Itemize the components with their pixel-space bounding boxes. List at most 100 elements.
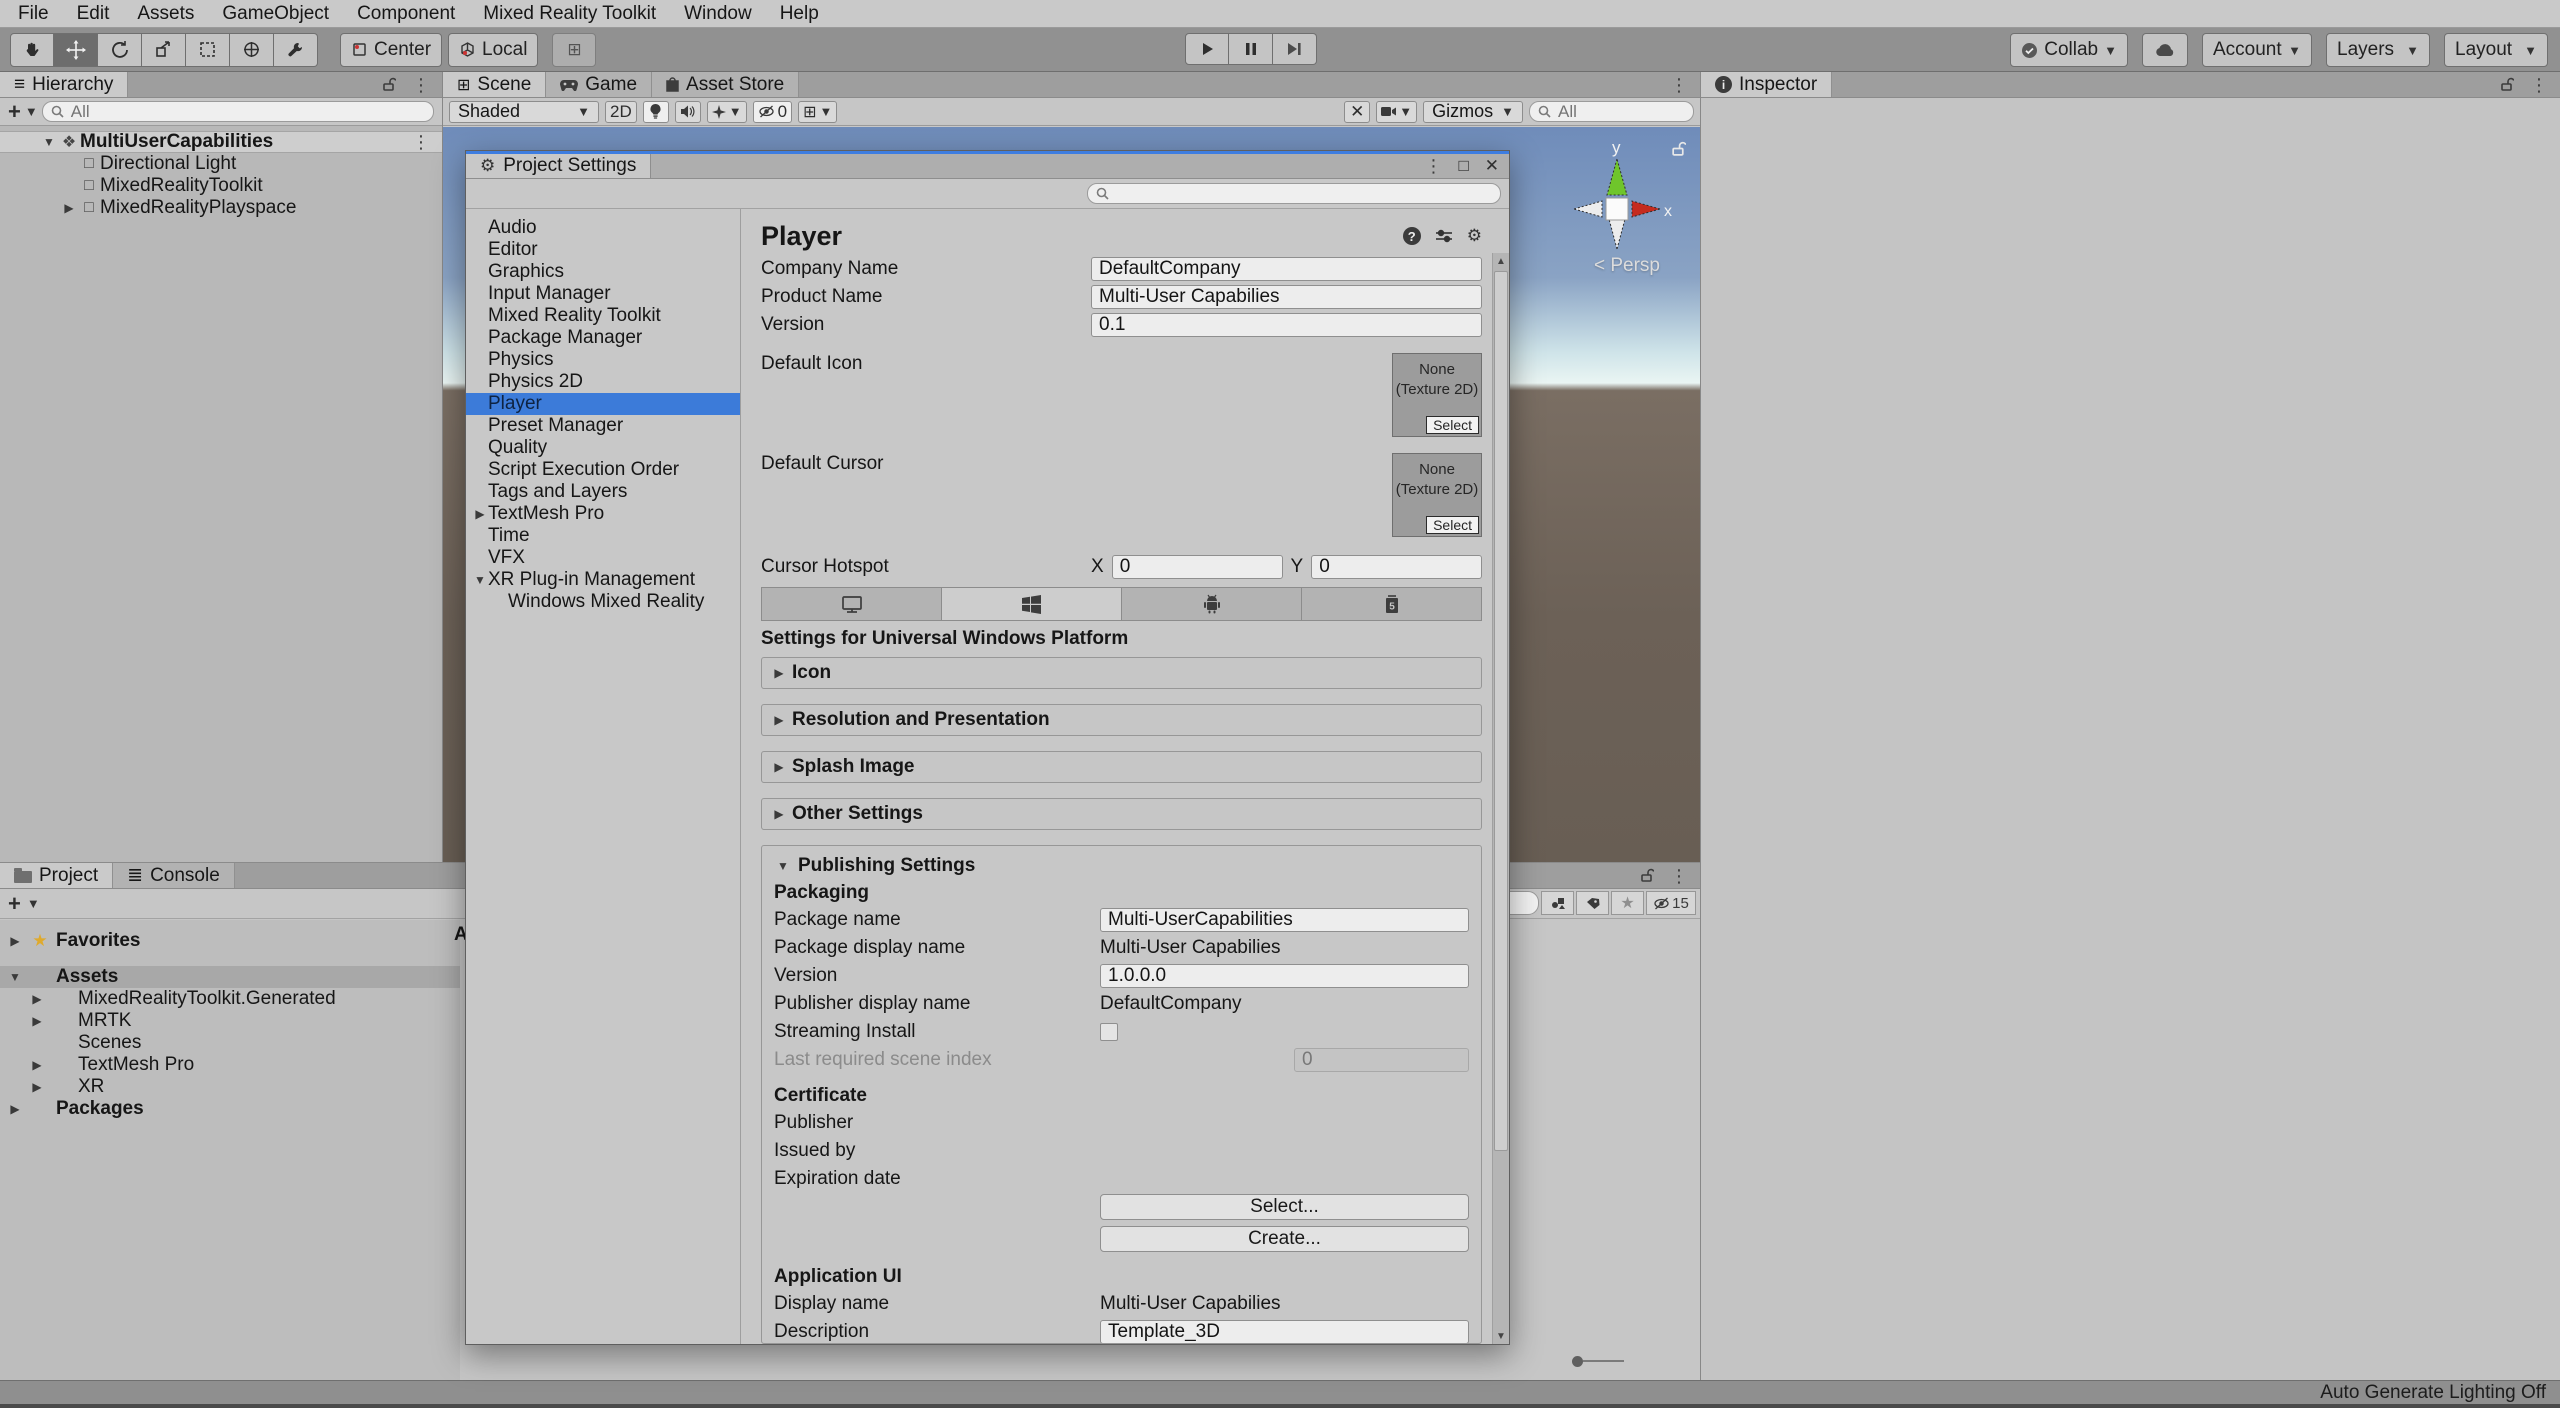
scene-search-input[interactable]: [1556, 100, 1685, 123]
slider-knob[interactable]: [1572, 1355, 1583, 1367]
project-settings-titlebar[interactable]: ⚙ Project Settings ⋮ □ ✕: [466, 151, 1509, 179]
filter-by-type-button[interactable]: [1541, 891, 1574, 915]
collapsible-section-header[interactable]: Splash Image: [761, 751, 1482, 783]
tab-project-settings[interactable]: ⚙ Project Settings: [466, 154, 652, 178]
scene-audio-toggle[interactable]: [674, 100, 701, 123]
kebab-menu-icon[interactable]: ⋮: [1424, 157, 1442, 175]
company-name-field[interactable]: [1091, 257, 1482, 281]
kebab-menu-icon[interactable]: ⋮: [2530, 76, 2548, 94]
description-field[interactable]: [1100, 1320, 1469, 1343]
kebab-menu-icon[interactable]: ⋮: [412, 133, 430, 151]
transform-tool-button[interactable]: [230, 32, 274, 67]
platform-tab-uwp[interactable]: [942, 588, 1122, 620]
settings-category[interactable]: Physics: [466, 349, 740, 371]
chevron-down-icon[interactable]: ▼: [25, 104, 38, 119]
expander-arrow-icon[interactable]: [28, 1014, 46, 1028]
favorites-filter-button[interactable]: ★: [1611, 891, 1644, 915]
select-texture-button[interactable]: Select: [1426, 416, 1479, 434]
layers-dropdown[interactable]: Layers ▼: [2326, 33, 2430, 67]
scene-camera-dropdown[interactable]: ▼: [1376, 100, 1418, 123]
scene-grid-dropdown[interactable]: ⊞ ▼: [798, 100, 838, 123]
settings-category[interactable]: Player: [466, 393, 740, 415]
help-icon[interactable]: ?: [1402, 227, 1421, 245]
scene-tools-button[interactable]: ✕: [1344, 100, 1371, 123]
menu-item[interactable]: Assets: [123, 0, 208, 28]
expander-arrow-icon[interactable]: [40, 135, 58, 149]
filter-by-label-button[interactable]: [1576, 891, 1609, 915]
settings-category[interactable]: Script Execution Order: [466, 459, 740, 481]
hand-tool-button[interactable]: [10, 32, 54, 67]
settings-category[interactable]: Mixed Reality Toolkit: [466, 305, 740, 327]
default-icon-object-field[interactable]: None (Texture 2D) Select: [1392, 353, 1482, 437]
hotspot-x-field[interactable]: [1111, 555, 1283, 579]
select-certificate-button[interactable]: Select...: [1100, 1194, 1469, 1220]
kebab-menu-icon[interactable]: ⋮: [1670, 867, 1688, 885]
settings-category[interactable]: Editor: [466, 239, 740, 261]
settings-category[interactable]: Windows Mixed Reality: [466, 591, 740, 613]
expander-arrow-icon[interactable]: [6, 970, 24, 984]
pause-button[interactable]: [1229, 33, 1273, 65]
layout-dropdown[interactable]: Layout ▼: [2444, 33, 2548, 67]
lock-icon[interactable]: [382, 77, 396, 92]
hotspot-y-field[interactable]: [1311, 555, 1482, 579]
project-tree-item[interactable]: MixedRealityToolkit.Generated: [0, 988, 460, 1010]
perspective-toggle[interactable]: < Persp: [1594, 255, 1660, 277]
hierarchy-item[interactable]: MixedRealityToolkit ⋮: [0, 175, 442, 197]
project-tree-item[interactable]: Favorites: [0, 930, 460, 952]
version-field[interactable]: [1091, 313, 1482, 337]
streaming-install-checkbox[interactable]: [1100, 1023, 1118, 1041]
expander-arrow-icon[interactable]: [60, 201, 78, 215]
menu-item[interactable]: Mixed Reality Toolkit: [469, 0, 670, 28]
package-version-field[interactable]: [1100, 964, 1469, 988]
tab-game[interactable]: Game: [546, 72, 653, 97]
cloud-button[interactable]: [2142, 33, 2188, 67]
step-button[interactable]: [1273, 33, 1317, 65]
shading-mode-dropdown[interactable]: Shaded ▼: [449, 100, 599, 123]
scale-tool-button[interactable]: [142, 32, 186, 67]
project-tree-item[interactable]: MRTK: [0, 1010, 460, 1032]
hidden-packages-toggle[interactable]: 15: [1646, 891, 1696, 915]
settings-category[interactable]: Audio: [466, 217, 740, 239]
tab-console[interactable]: ≣ Console: [113, 863, 235, 888]
settings-searchbox[interactable]: [1087, 182, 1501, 205]
settings-category[interactable]: XR Plug-in Management: [466, 569, 740, 591]
lock-icon[interactable]: [1671, 141, 1686, 157]
default-cursor-object-field[interactable]: None (Texture 2D) Select: [1392, 453, 1482, 537]
settings-category[interactable]: Quality: [466, 437, 740, 459]
expander-arrow-icon[interactable]: [28, 1080, 46, 1094]
settings-category[interactable]: Time: [466, 525, 740, 547]
hierarchy-item[interactable]: MultiUserCapabilities ⋮: [0, 131, 442, 153]
hierarchy-search-input[interactable]: [68, 100, 425, 123]
play-button[interactable]: [1185, 33, 1229, 65]
pivot-mode-button[interactable]: Center: [340, 32, 443, 67]
rect-tool-button[interactable]: [186, 32, 230, 67]
project-search-fragment[interactable]: [1505, 891, 1539, 915]
rotate-tool-button[interactable]: [98, 32, 142, 67]
scrollbar-thumb[interactable]: [1494, 271, 1508, 1151]
gear-icon[interactable]: ⚙: [1467, 226, 1482, 246]
collapsible-section-header[interactable]: Other Settings: [761, 798, 1482, 830]
settings-category[interactable]: TextMesh Pro: [466, 503, 740, 525]
presets-icon[interactable]: [1435, 228, 1453, 244]
expander-arrow-icon[interactable]: [6, 1102, 24, 1116]
gizmos-dropdown[interactable]: Gizmos ▼: [1423, 100, 1523, 123]
project-tree-item[interactable]: Scenes: [0, 1032, 460, 1054]
expander-arrow-icon[interactable]: [28, 992, 46, 1006]
menu-item[interactable]: File: [4, 0, 63, 28]
project-zoom-slider[interactable]: [1572, 1355, 1624, 1367]
create-button[interactable]: +: [8, 892, 21, 915]
project-tree-item[interactable]: XR: [0, 1076, 460, 1098]
tab-inspector[interactable]: i Inspector: [1701, 72, 1833, 97]
custom-tool-button[interactable]: [274, 32, 318, 67]
package-name-field[interactable]: [1100, 908, 1469, 932]
platform-tab-android[interactable]: [1122, 588, 1302, 620]
scene-visibility-toggle[interactable]: 0: [752, 100, 793, 123]
lock-icon[interactable]: [1640, 868, 1654, 883]
settings-category[interactable]: Input Manager: [466, 283, 740, 305]
move-tool-button[interactable]: [54, 32, 98, 67]
menu-item[interactable]: Help: [766, 0, 833, 28]
settings-category[interactable]: Package Manager: [466, 327, 740, 349]
platform-tab-standalone[interactable]: [762, 588, 942, 620]
settings-category[interactable]: Tags and Layers: [466, 481, 740, 503]
menu-item[interactable]: GameObject: [208, 0, 343, 28]
